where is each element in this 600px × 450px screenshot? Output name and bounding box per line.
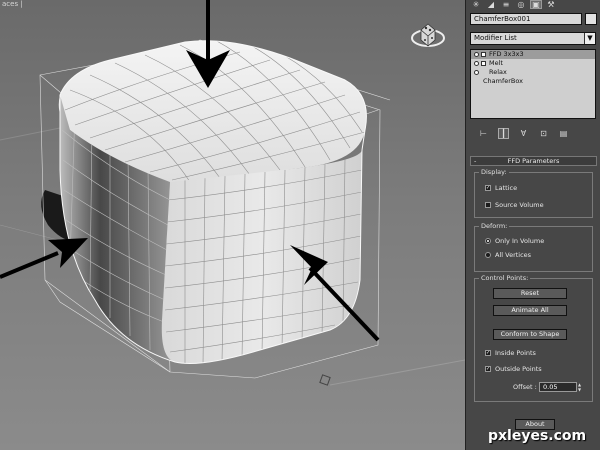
viewcube — [411, 23, 445, 47]
configure-sets-icon[interactable]: ▤ — [558, 128, 569, 139]
radio-selected-icon[interactable] — [485, 238, 491, 244]
modifier-list-dropdown[interactable]: Modifier List ▼ — [470, 32, 596, 45]
checkbox-box[interactable] — [485, 202, 491, 208]
collapse-icon[interactable]: - — [474, 157, 476, 165]
chevron-down-icon[interactable]: ▼ — [584, 33, 595, 44]
check-icon[interactable]: ✓ — [485, 350, 491, 356]
stack-item-label: Melt — [489, 59, 503, 67]
command-panel-tabs: ✳ ◢ ≡ ◎ ▣ ⚒ — [468, 0, 599, 9]
expand-icon[interactable] — [481, 61, 486, 66]
offset-field[interactable]: 0.05 — [539, 382, 577, 392]
expand-icon[interactable] — [481, 52, 486, 57]
stack-item-label: ChamferBox — [483, 77, 524, 85]
ffd-parameters-rollout[interactable]: - FFD Parameters — [470, 156, 597, 166]
stack-item-relax[interactable]: Relax — [471, 68, 595, 77]
option-label: Source Volume — [495, 201, 544, 209]
group-label: Control Points: — [479, 274, 531, 282]
motion-tab-icon[interactable]: ◎ — [515, 0, 527, 9]
perspective-viewport[interactable]: aces | — [0, 0, 465, 450]
watermark: pxleyes.com — [488, 428, 587, 444]
modifier-stack: FFD 3x3x3 Melt Relax ChamferBox — [470, 49, 596, 119]
stack-toolbar: ⊢ ┃ ∀ ⊡ ▤ — [470, 126, 596, 140]
bulb-icon[interactable] — [474, 70, 479, 75]
option-label: Lattice — [495, 184, 518, 192]
scene-render — [0, 0, 465, 386]
make-unique-icon[interactable]: ∀ — [518, 128, 529, 139]
display-tab-icon[interactable]: ▣ — [530, 0, 542, 9]
outside-points-checkbox[interactable]: ✓ Outside Points — [485, 365, 542, 373]
stack-item-melt[interactable]: Melt — [471, 59, 595, 68]
option-label: All Vertices — [495, 251, 532, 259]
stack-item-ffd[interactable]: FFD 3x3x3 — [471, 50, 595, 59]
stack-item-label: FFD 3x3x3 — [489, 50, 524, 58]
reset-button[interactable]: Reset — [493, 288, 567, 299]
option-label: Only In Volume — [495, 237, 545, 245]
rollout-title: FFD Parameters — [507, 157, 560, 165]
modify-tab-icon[interactable]: ◢ — [485, 0, 497, 9]
inside-points-checkbox[interactable]: ✓ Inside Points — [485, 349, 536, 357]
check-icon[interactable]: ✓ — [485, 185, 491, 191]
animate-all-button[interactable]: Animate All — [493, 305, 567, 316]
check-icon[interactable]: ✓ — [485, 366, 491, 372]
modifier-list-label: Modifier List — [474, 34, 517, 42]
command-panel: ✳ ◢ ≡ ◎ ▣ ⚒ ChamferBox001 Modifier List … — [465, 0, 600, 450]
option-label: Outside Points — [495, 365, 542, 373]
object-name-field[interactable]: ChamferBox001 — [470, 13, 582, 25]
display-group: Display: ✓ Lattice Source Volume — [474, 168, 593, 218]
source-volume-checkbox[interactable]: Source Volume — [485, 201, 544, 209]
conform-to-shape-button[interactable]: Conform to Shape — [493, 329, 567, 340]
group-label: Deform: — [479, 222, 510, 230]
hierarchy-tab-icon[interactable]: ≡ — [500, 0, 512, 9]
pin-stack-icon[interactable]: ⊢ — [478, 128, 489, 139]
object-color-swatch[interactable] — [585, 13, 597, 25]
create-tab-icon[interactable]: ✳ — [470, 0, 482, 9]
stack-item-label: Relax — [489, 68, 507, 76]
utilities-tab-icon[interactable]: ⚒ — [545, 0, 557, 9]
spinner-icon[interactable]: ▲ ▼ — [577, 382, 582, 392]
viewport-label[interactable]: aces | — [2, 0, 23, 8]
remove-modifier-icon[interactable]: ⊡ — [538, 128, 549, 139]
stack-item-chamferbox[interactable]: ChamferBox — [471, 77, 595, 86]
radio-icon[interactable] — [485, 252, 491, 258]
all-vertices-radio[interactable]: All Vertices — [485, 251, 531, 259]
bulb-icon[interactable] — [474, 61, 479, 66]
only-in-volume-radio[interactable]: Only In Volume — [485, 237, 544, 245]
lattice-checkbox[interactable]: ✓ Lattice — [485, 184, 517, 192]
group-label: Display: — [479, 168, 509, 176]
show-end-result-icon[interactable]: ┃ — [498, 127, 509, 139]
deform-group: Deform: Only In Volume All Vertices — [474, 222, 593, 272]
offset-label: Offset : — [513, 383, 537, 391]
control-points-group: Control Points: Reset Animate All Confor… — [474, 274, 593, 402]
bulb-icon[interactable] — [474, 52, 479, 57]
option-label: Inside Points — [495, 349, 536, 357]
